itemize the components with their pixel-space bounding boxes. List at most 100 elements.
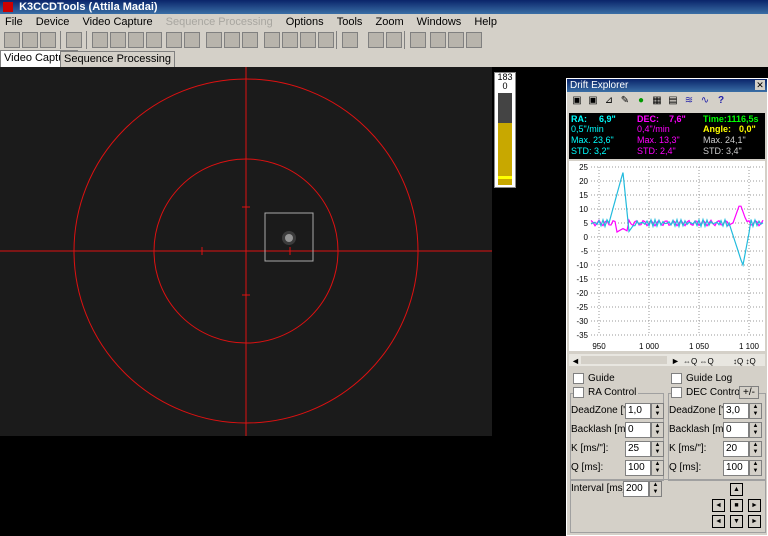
help-icon[interactable]: ? — [715, 95, 727, 107]
scrollbar-controls: ◄ ► ⇔Q ⇔Q ↕Q ↕Q — [571, 356, 756, 366]
dec-q-input[interactable]: 100 — [723, 460, 749, 476]
ra-backlash-input[interactable]: 0 — [625, 422, 651, 438]
ra-k-input[interactable]: 25 — [625, 441, 651, 457]
align-icon[interactable] — [300, 32, 316, 48]
sequence-next-icon[interactable] — [224, 32, 240, 48]
monitor-icon[interactable] — [386, 32, 402, 48]
ra-backlash-spinner[interactable]: ▲ ▼ — [651, 422, 664, 438]
grid-icon[interactable]: ▦ — [651, 95, 663, 107]
ra-control-checkbox-box[interactable] — [573, 387, 584, 398]
plusminus-button[interactable]: +/- — [739, 386, 759, 399]
green-dot-icon[interactable]: ● — [635, 95, 647, 107]
drift-graph[interactable]: 25 20 15 10 5 0 -5 -10 -15 -20 -25 -30 -35 950 1 000 1 … — [569, 161, 765, 351]
dec-k-label: K [ms/"]: — [669, 443, 707, 454]
brush-icon[interactable]: ✎ — [619, 95, 631, 107]
ra-max: Max. 23,6" — [571, 135, 614, 145]
ra-q-spinner[interactable]: ▲ ▼ — [651, 460, 664, 476]
drift-explorer-panel: Drift Explorer ✕ ▣ ▣ ⊿ ✎ ● ▦ ▤ ≋ ∿ ? RA:… — [566, 78, 768, 536]
open-icon[interactable] — [22, 32, 38, 48]
ra-k-spinner[interactable]: ▲ ▼ — [651, 441, 664, 457]
drift-graph-svg: 25 20 15 10 5 0 -5 -10 -15 -20 -25 -30 -35 950 1 000 1 … — [576, 163, 764, 351]
move-east-button[interactable]: ► — [748, 499, 761, 512]
target-icon[interactable]: ▣ — [571, 95, 583, 107]
window-titlebar[interactable]: K3CCDTools (Attila Madai) — [0, 0, 768, 14]
menu-help[interactable]: Help — [472, 16, 499, 28]
chart-icon[interactable] — [466, 32, 482, 48]
guide-checkbox-box[interactable] — [573, 373, 584, 384]
dec-control-checkbox[interactable]: DEC Control — [671, 387, 745, 399]
frame-icon[interactable]: ▣ — [587, 95, 599, 107]
play-icon[interactable] — [430, 32, 446, 48]
edit-icon[interactable] — [264, 32, 280, 48]
y-tick-label: 5 — [584, 219, 589, 228]
interval-spinner[interactable]: ▲ ▼ — [649, 481, 662, 497]
ra-deadzone-input[interactable]: 1,0 — [625, 403, 651, 419]
angle-icon[interactable]: ⊿ — [603, 95, 615, 107]
x-tick-label: 1 000 — [639, 342, 660, 351]
angle-max: Max. 24,1" — [703, 135, 746, 145]
frames-icon[interactable] — [184, 32, 200, 48]
dec-k-input[interactable]: 20 — [723, 441, 749, 457]
menu-device[interactable]: Device — [34, 16, 72, 28]
guide-icon[interactable] — [410, 32, 426, 48]
close-icon[interactable]: ✕ — [755, 80, 765, 90]
dec-control-checkbox-box[interactable] — [671, 387, 682, 398]
dec-deadzone-input[interactable]: 3,0 — [723, 403, 749, 419]
guide-log-checkbox[interactable]: Guide Log — [671, 373, 732, 384]
document-icon[interactable]: ▤ — [667, 95, 679, 107]
ra-control-checkbox[interactable]: RA Control — [573, 387, 639, 399]
interval-input[interactable]: 200 — [623, 481, 649, 497]
menu-windows[interactable]: Windows — [415, 16, 464, 28]
graph-scrollbar[interactable]: ◄ ► ⇔Q ⇔Q ↕Q ↕Q — [569, 354, 765, 366]
y-tick-label: -15 — [576, 275, 588, 284]
dec-q-spinner[interactable]: ▲ ▼ — [749, 460, 762, 476]
settings-icon[interactable] — [66, 32, 82, 48]
move-southeast-button[interactable]: ► — [748, 515, 761, 528]
camera-icon[interactable] — [110, 32, 126, 48]
menu-sequence-processing[interactable]: Sequence Processing — [164, 16, 275, 28]
menu-zoom[interactable]: Zoom — [373, 16, 405, 28]
tab-sequence-processing[interactable]: Sequence Processing — [60, 51, 176, 67]
guide-checkbox[interactable]: Guide — [573, 373, 615, 384]
grid-icon[interactable] — [282, 32, 298, 48]
wave-icon[interactable] — [368, 32, 384, 48]
dec-backlash-spinner[interactable]: ▲ ▼ — [749, 422, 762, 438]
guide-log-label: Guide Log — [686, 373, 733, 385]
ra-q-input[interactable]: 100 — [625, 460, 651, 476]
fft-icon[interactable] — [448, 32, 464, 48]
time-label: Time: — [703, 114, 727, 124]
ra-deadzone-spinner[interactable]: ▲ ▼ — [651, 403, 664, 419]
menu-video-capture[interactable]: Video Capture — [80, 16, 154, 28]
save-icon[interactable] — [40, 32, 56, 48]
record-icon[interactable] — [166, 32, 182, 48]
histogram-slider[interactable]: 183 0 — [494, 72, 516, 188]
video-viewer[interactable] — [0, 67, 492, 436]
film-icon[interactable] — [128, 32, 144, 48]
svg-text:◄: ◄ — [571, 356, 580, 366]
menu-tools[interactable]: Tools — [335, 16, 365, 28]
move-south-button[interactable]: ▼ — [730, 515, 743, 528]
graph-icon[interactable]: ≋ — [683, 95, 695, 107]
sequence-stack-icon[interactable] — [242, 32, 258, 48]
image-icon[interactable] — [146, 32, 162, 48]
stop-button[interactable]: ■ — [730, 499, 743, 512]
y-tick-label: -25 — [576, 303, 588, 312]
stack-icon[interactable] — [318, 32, 334, 48]
drift-explorer-titlebar[interactable]: Drift Explorer ✕ — [567, 79, 767, 92]
histogram-marker[interactable] — [498, 176, 512, 179]
dec-deadzone-spinner[interactable]: ▲ ▼ — [749, 403, 762, 419]
move-west-button[interactable]: ◄ — [712, 499, 725, 512]
dec-k-spinner[interactable]: ▲ ▼ — [749, 441, 762, 457]
menu-file[interactable]: File — [3, 16, 25, 28]
dec-backlash-input[interactable]: 0 — [723, 422, 749, 438]
guide-log-checkbox-box[interactable] — [671, 373, 682, 384]
palette-icon[interactable] — [342, 32, 358, 48]
wave-icon[interactable]: ∿ — [699, 95, 711, 107]
move-southwest-button[interactable]: ◄ — [712, 515, 725, 528]
new-icon[interactable] — [4, 32, 20, 48]
capture-icon[interactable] — [92, 32, 108, 48]
sequence-icon[interactable] — [206, 32, 222, 48]
move-north-button[interactable]: ▲ — [730, 483, 743, 496]
menu-options[interactable]: Options — [284, 16, 326, 28]
histogram-min: 0 — [502, 81, 508, 91]
